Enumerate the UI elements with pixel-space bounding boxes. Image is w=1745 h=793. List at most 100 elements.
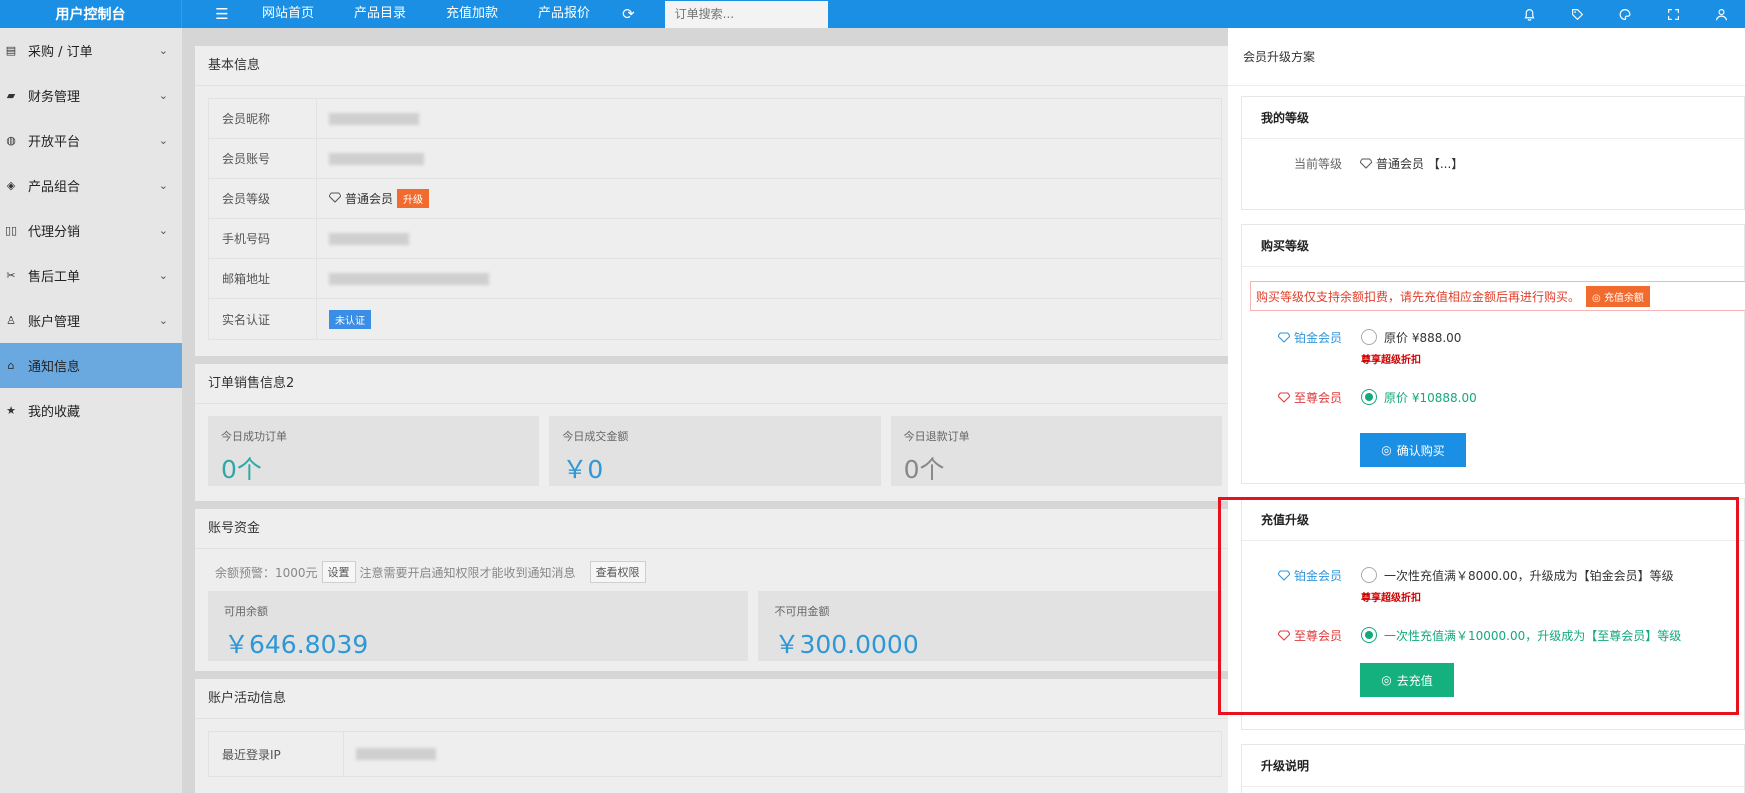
refresh-icon[interactable]: ⟳ bbox=[622, 5, 635, 23]
balance-only-alert: 购买等级仅支持余额扣费，请先充值相应金额后再进行购买。 ◎ 充值余额 bbox=[1250, 281, 1745, 311]
nav-catalog[interactable]: 产品目录 bbox=[334, 0, 426, 28]
palette-icon[interactable] bbox=[1601, 0, 1649, 28]
platinum-price: 原价 ¥888.00 bbox=[1384, 331, 1462, 345]
activity-table: 最近登录IP bbox=[208, 731, 1222, 777]
stat-label: 今日成功订单 bbox=[221, 430, 287, 443]
confirm-purchase-button[interactable]: ◎ 确认购买 bbox=[1360, 433, 1466, 467]
table-row: 会员账号 bbox=[209, 139, 1221, 179]
nav-recharge[interactable]: 充值加款 bbox=[426, 0, 518, 28]
card-title: 订单销售信息2 bbox=[195, 364, 1235, 404]
tag-icon[interactable] bbox=[1553, 0, 1601, 28]
nav-home[interactable]: 网站首页 bbox=[242, 0, 334, 28]
sidebar-item-label: 我的收藏 bbox=[28, 405, 81, 420]
upgrade-explain-card: 升级说明 bbox=[1241, 744, 1745, 793]
fullscreen-icon[interactable] bbox=[1649, 0, 1697, 28]
buy-supreme-radio[interactable] bbox=[1361, 389, 1377, 405]
alert-text: 购买等级仅支持余额扣费，请先充值相应金额后再进行购买。 bbox=[1256, 289, 1581, 304]
account-funds-card: 账号资金 余额预警：1000元 设置 注意需要开启通知权限才能收到通知消息 查看… bbox=[195, 509, 1235, 671]
option-label: 铂金会员 bbox=[1294, 331, 1343, 345]
realname-value: 未认证 bbox=[317, 309, 371, 329]
nickname-value bbox=[317, 112, 419, 125]
basic-info-table: 会员昵称 会员账号 会员等级 普通会员 升级 手机号码 邮箱地址 实名认证 未认… bbox=[208, 98, 1222, 340]
table-row: 实名认证 未认证 bbox=[209, 299, 1221, 339]
columns-icon: ▯▯ bbox=[4, 224, 18, 237]
redacted-text bbox=[329, 272, 489, 285]
order-search-input[interactable] bbox=[664, 0, 828, 28]
sidebar-item-finance[interactable]: ▰ 财务管理 ⌄ bbox=[0, 73, 182, 118]
buy-platinum-radio[interactable] bbox=[1361, 329, 1377, 345]
chevron-down-icon: ⌄ bbox=[158, 89, 168, 102]
sidebar-item-account[interactable]: ♙ 账户管理 ⌄ bbox=[0, 298, 182, 343]
card-title: 升级说明 bbox=[1242, 745, 1744, 787]
stat-label: 不可用金额 bbox=[774, 605, 830, 618]
menu-icon[interactable]: ☰ bbox=[202, 5, 242, 23]
redacted-text bbox=[329, 232, 409, 245]
sidebar-item-agent[interactable]: ▯▯ 代理分销 ⌄ bbox=[0, 208, 182, 253]
row-label: 邮箱地址 bbox=[209, 259, 317, 298]
sidebar-item-notifications[interactable]: ⌂ 通知信息 bbox=[0, 343, 182, 388]
sidebar-item-label: 账户管理 bbox=[28, 315, 81, 330]
stat-today-amount: 今日成交金额 ￥0 bbox=[549, 416, 881, 486]
diamond-icon bbox=[1278, 332, 1290, 343]
user-icon[interactable] bbox=[1697, 0, 1745, 28]
sidebar-item-product-bundle[interactable]: ◈ 产品组合 ⌄ bbox=[0, 163, 182, 208]
recharge-balance-button[interactable]: ◎ 充值余额 bbox=[1586, 285, 1650, 307]
view-permission-button[interactable]: 查看权限 bbox=[589, 561, 646, 583]
sidebar-item-open-platform[interactable]: ◍ 开放平台 ⌄ bbox=[0, 118, 182, 163]
account-activity-card: 账户活动信息 最近登录IP bbox=[195, 679, 1235, 793]
stat-value: 0个 bbox=[221, 455, 262, 484]
sidebar-item-after-sales[interactable]: ✂ 售后工单 ⌄ bbox=[0, 253, 182, 298]
row-label: 手机号码 bbox=[209, 219, 317, 258]
option-supreme: 至尊会员 bbox=[1278, 389, 1342, 406]
chevron-down-icon: ⌄ bbox=[158, 269, 168, 282]
unverified-badge[interactable]: 未认证 bbox=[329, 309, 371, 329]
card-title: 账户活动信息 bbox=[195, 679, 1235, 719]
top-right-icons bbox=[1505, 0, 1745, 28]
sidebar-item-label: 采购 / 订单 bbox=[28, 45, 93, 60]
set-warning-button[interactable]: 设置 bbox=[321, 561, 356, 583]
buy-level-card: 购买等级 购买等级仅支持余额扣费，请先充值相应金额后再进行购买。 ◎ 充值余额 … bbox=[1241, 224, 1745, 484]
current-level: 普通会员 【...】 bbox=[1360, 155, 1463, 172]
card-title: 基本信息 bbox=[195, 46, 1235, 86]
sidebar-item-label: 售后工单 bbox=[28, 270, 81, 285]
redacted-text bbox=[329, 152, 424, 165]
sidebar-item-orders[interactable]: ▤ 采购 / 订单 ⌄ bbox=[0, 28, 182, 73]
tools-icon: ✂ bbox=[6, 269, 16, 282]
wallet-icon: ▰ bbox=[6, 89, 16, 102]
panel-title: 会员升级方案 bbox=[1228, 28, 1745, 86]
available-balance-value: ￥646.8039 bbox=[224, 630, 369, 659]
table-row: 邮箱地址 bbox=[209, 259, 1221, 299]
basic-info-card: 基本信息 会员昵称 会员账号 会员等级 普通会员 升级 手机号码 邮箱地址 实名… bbox=[195, 46, 1235, 356]
row-label: 会员昵称 bbox=[209, 99, 317, 138]
nav-quote[interactable]: 产品报价 bbox=[518, 0, 610, 28]
sidebar-item-label: 产品组合 bbox=[28, 180, 81, 195]
stat-value: ￥0 bbox=[562, 455, 604, 484]
recharge-balance-label: 充值余额 bbox=[1603, 292, 1644, 304]
redacted-text bbox=[329, 112, 419, 125]
warning-threshold: 余额预警：1000元 bbox=[215, 565, 318, 580]
available-balance-box: 可用余额 ￥646.8039 bbox=[208, 591, 749, 661]
brand-title: 用户控制台 bbox=[0, 0, 182, 28]
row-label: 最近登录IP bbox=[209, 732, 344, 776]
table-row: 会员昵称 bbox=[209, 99, 1221, 139]
phone-value bbox=[317, 232, 409, 245]
sidebar-item-favorites[interactable]: ★ 我的收藏 bbox=[0, 388, 182, 433]
card-title: 账号资金 bbox=[195, 509, 1235, 549]
home-icon: ⌂ bbox=[7, 359, 15, 372]
stat-label: 今日退款订单 bbox=[903, 430, 970, 443]
warning-note: 注意需要开启通知权限才能收到通知消息 bbox=[359, 565, 576, 580]
current-level-label: 当前等级 bbox=[1294, 157, 1343, 171]
row-label: 会员等级 bbox=[209, 179, 317, 218]
highlight-annotation bbox=[1218, 497, 1739, 715]
diamond-icon bbox=[328, 192, 342, 206]
level-name: 普通会员 bbox=[345, 192, 394, 206]
ip-value bbox=[344, 748, 436, 760]
diamond-icon bbox=[1360, 158, 1372, 169]
stat-row: 今日成功订单 0个 今日成交金额 ￥0 今日退款订单 0个 bbox=[195, 404, 1235, 500]
sidebar: ▤ 采购 / 订单 ⌄ ▰ 财务管理 ⌄ ◍ 开放平台 ⌄ ◈ 产品组合 ⌄ ▯… bbox=[0, 28, 182, 793]
main-content: 基本信息 会员昵称 会员账号 会员等级 普通会员 升级 手机号码 邮箱地址 实名… bbox=[195, 46, 1235, 793]
upgrade-badge[interactable]: 升级 bbox=[397, 189, 430, 208]
bell-icon[interactable] bbox=[1505, 0, 1553, 28]
my-level-card: 我的等级 当前等级 普通会员 【...】 bbox=[1241, 96, 1745, 210]
current-level-value: 普通会员 【...】 bbox=[1376, 157, 1464, 171]
